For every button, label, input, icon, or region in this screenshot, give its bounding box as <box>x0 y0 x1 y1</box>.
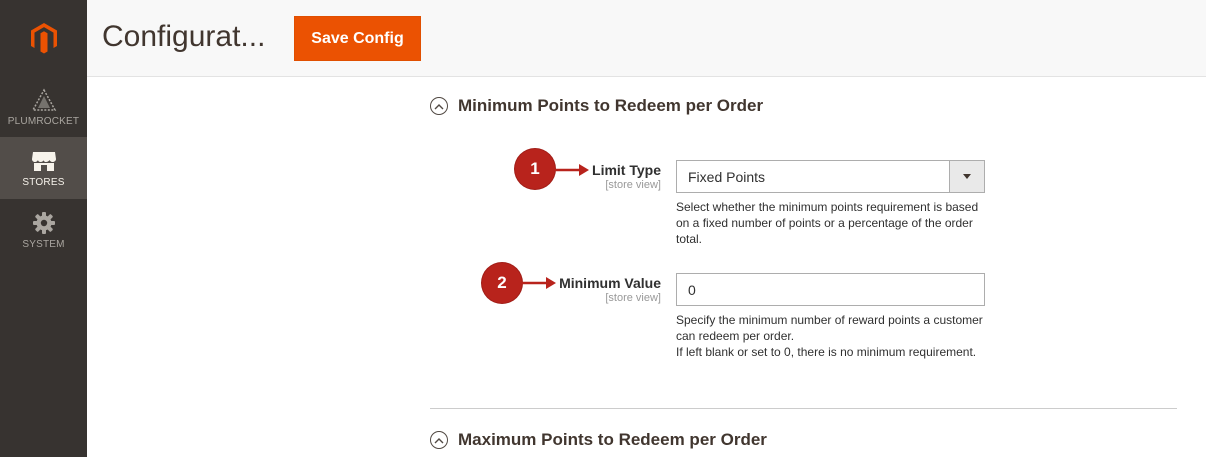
plumrocket-icon <box>31 87 57 112</box>
caret-down-icon <box>963 174 971 179</box>
store-icon <box>31 149 57 173</box>
minimum-value-input[interactable] <box>676 273 985 306</box>
collapse-chevron-up-icon <box>430 431 448 449</box>
field-scope: [store view] <box>605 179 661 191</box>
sidebar-item-stores[interactable]: STORES <box>0 137 87 199</box>
section-title: Minimum Points to Redeem per Order <box>458 96 764 115</box>
note-line: If left blank or set to 0, there is no m… <box>676 345 977 359</box>
section-minimum-points-header[interactable]: Minimum Points to Redeem per Order <box>430 96 763 116</box>
select-toggle[interactable] <box>949 161 984 192</box>
section-divider <box>430 408 1177 409</box>
section-title: Maximum Points to Redeem per Order <box>458 430 767 449</box>
field-scope: [store view] <box>605 292 661 304</box>
limit-type-note: Select whether the minimum points requir… <box>676 200 979 246</box>
limit-type-select[interactable]: Fixed Points <box>676 160 985 193</box>
gear-icon <box>31 211 57 235</box>
field-label: Minimum Value <box>559 275 661 291</box>
save-config-button[interactable]: Save Config <box>294 16 421 61</box>
annotation-badge: 1 <box>515 149 555 189</box>
admin-sidebar: PLUMROCKET STORES SYSTEM <box>0 0 87 457</box>
annotation-badge: 2 <box>482 263 522 303</box>
page-title: Configurat... <box>102 20 266 53</box>
minimum-value-note: Specify the minimum number of reward poi… <box>676 312 986 360</box>
sidebar-item-label: PLUMROCKET <box>7 115 80 127</box>
select-value: Fixed Points <box>688 169 766 185</box>
magento-logo[interactable] <box>0 0 87 76</box>
magento-logo-icon <box>30 22 57 53</box>
field-label: Limit Type <box>592 162 661 178</box>
sidebar-item-label: STORES <box>22 176 65 188</box>
sidebar-item-plumrocket[interactable]: PLUMROCKET <box>0 76 87 138</box>
sidebar-item-label: SYSTEM <box>22 238 65 250</box>
annotation-arrow-icon <box>522 277 556 289</box>
annotation-arrow-icon <box>555 164 589 176</box>
collapse-chevron-up-icon <box>430 97 448 115</box>
note-line: Specify the minimum number of reward poi… <box>676 313 983 343</box>
minimum-value-label: Minimum Value [store view] <box>559 275 661 304</box>
sidebar-item-system[interactable]: SYSTEM <box>0 199 87 261</box>
page-header: Configurat... Save Config <box>87 0 1206 77</box>
section-maximum-points-header[interactable]: Maximum Points to Redeem per Order <box>430 430 767 450</box>
limit-type-label: Limit Type [store view] <box>592 162 661 191</box>
